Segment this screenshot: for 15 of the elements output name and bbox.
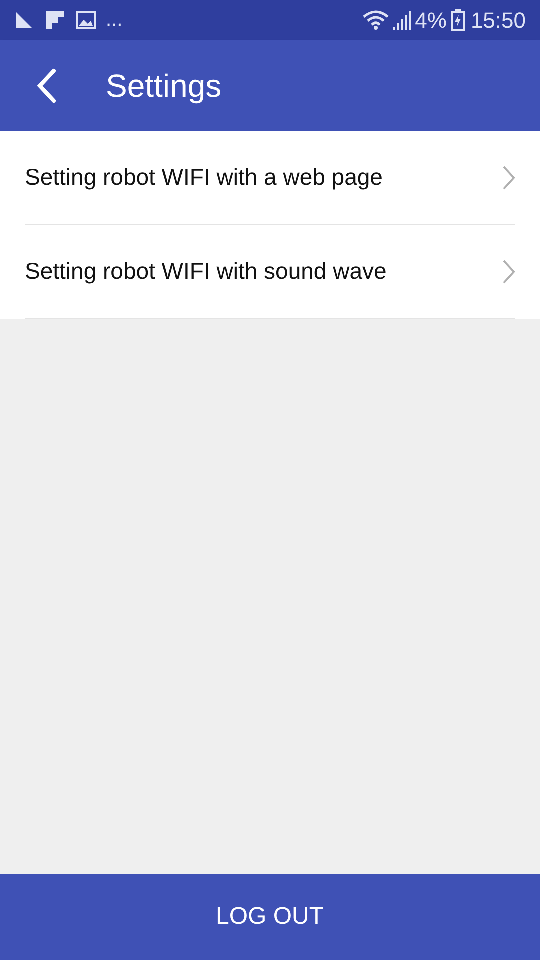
- screen-title: Settings: [106, 66, 222, 106]
- settings-item[interactable]: Setting robot WIFI with sound wave: [25, 225, 515, 319]
- clock: 15:50: [470, 6, 526, 34]
- item-label: Setting robot WIFI with sound wave: [25, 257, 387, 286]
- item-label: Setting robot WIFI with a web page: [25, 163, 383, 192]
- settings-item[interactable]: Setting robot WIFI with a web page: [25, 131, 515, 225]
- wifi-icon: [363, 9, 390, 31]
- image-icon: [76, 10, 96, 30]
- more-notifications: ...: [106, 10, 123, 30]
- logout-button[interactable]: LOG OUT: [0, 874, 540, 960]
- chevron-icon: [503, 166, 515, 190]
- battery-percent: 4%: [415, 6, 447, 34]
- battery-icon: [450, 9, 465, 31]
- signal-icon: [391, 10, 412, 30]
- chevron-icon: [503, 260, 515, 284]
